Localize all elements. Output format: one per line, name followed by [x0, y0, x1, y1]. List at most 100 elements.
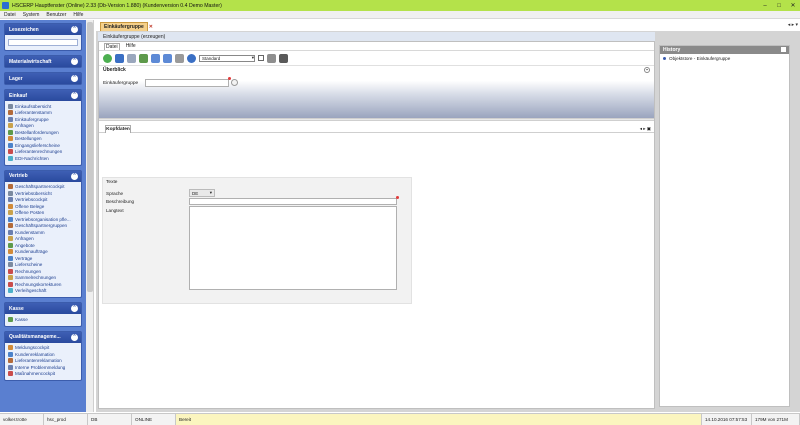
- beschreibung-input[interactable]: [189, 198, 397, 205]
- sidebar-scrollbar[interactable]: [86, 20, 94, 412]
- module-icon: [8, 184, 13, 190]
- sidebar-panel-body: Meldungscockpit Kundenreklamation Lieferan…: [5, 343, 81, 381]
- layout-select[interactable]: Standard ▾: [199, 54, 255, 62]
- undo-icon[interactable]: [151, 53, 160, 63]
- document-header: Einkäufergruppe (erzeugen): [98, 32, 655, 41]
- chevron-up-icon[interactable]: ⌃: [71, 26, 78, 33]
- close-tab-icon[interactable]: ✕: [149, 24, 153, 30]
- sidebar-panel-header[interactable]: Lager ⌃: [5, 73, 81, 84]
- search-icon[interactable]: [231, 79, 238, 86]
- bullet-icon: [663, 56, 666, 60]
- menu-datei[interactable]: Datei: [4, 12, 16, 18]
- menu-hilfe[interactable]: Hilfe: [73, 12, 83, 18]
- sidebar-item-label: Eingangslieferscheine: [15, 142, 60, 148]
- status-memory: 179M von 271M: [752, 414, 800, 425]
- sidebar-panel-header[interactable]: Qualitätsmanageme... ⌃: [5, 331, 81, 343]
- module-icon: [8, 249, 13, 255]
- module-icon: [8, 203, 13, 209]
- module-icon: [8, 288, 13, 294]
- sidebar-panel-header[interactable]: Kasse ⌃: [5, 303, 81, 314]
- sidebar-item[interactable]: Maßnahmencockpit: [8, 371, 78, 378]
- sidebar-panel-header[interactable]: Lesezeichen ⌃: [5, 24, 81, 35]
- sidebar-panel-title: Qualitätsmanageme...: [9, 334, 61, 340]
- maximize-button[interactable]: □: [772, 3, 786, 9]
- module-icon: [8, 110, 13, 116]
- sidebar-panel-title: Kasse: [9, 305, 24, 312]
- sidebar-item-label: Vertriebsorganisation pfle...: [15, 216, 71, 222]
- chevron-down-icon: ▾: [251, 55, 254, 60]
- split-divider[interactable]: [99, 118, 654, 121]
- workarea: Einkäufergruppe (erzeugen) Datei Hilfe S…: [96, 31, 800, 412]
- sidebar-panel-header[interactable]: Einkauf ⌃: [5, 90, 81, 101]
- sidebar-panel: Materialwirtschaft ⌃: [4, 55, 82, 68]
- window-titlebar: HSCERP Hauptfenster (Online) 2.33 (Db-Ve…: [0, 0, 800, 11]
- langtext-textarea[interactable]: [189, 206, 397, 290]
- document-menu: Datei Hilfe: [99, 42, 654, 51]
- sidebar-item-label: Einkaufsübersicht: [15, 103, 52, 109]
- detail-tabs: Kopfdaten ◂ ▸ ▣: [99, 125, 654, 133]
- redo-icon[interactable]: [163, 53, 172, 63]
- sidebar-panel-header[interactable]: Vertrieb ⌃: [5, 170, 81, 182]
- chevron-up-icon[interactable]: ⌃: [71, 333, 78, 341]
- sidebar-item-label: Bestellungen: [15, 136, 42, 142]
- tab-navigation-arrows[interactable]: ◂ ▸ ▾: [788, 22, 798, 28]
- layout-select-value: Standard: [202, 55, 221, 61]
- chevron-up-icon[interactable]: ⌃: [71, 75, 78, 82]
- refresh-icon[interactable]: [139, 53, 148, 63]
- module-icon: [8, 229, 13, 235]
- new-icon[interactable]: [103, 53, 112, 63]
- chevron-up-icon[interactable]: ⌃: [71, 92, 78, 99]
- history-item[interactable]: Objektstore - Einkäufergruppe: [660, 54, 789, 62]
- settings-icon[interactable]: [279, 53, 288, 63]
- collapse-icon[interactable]: ⌃: [644, 67, 650, 73]
- menu-system[interactable]: System: [23, 12, 40, 18]
- print-icon[interactable]: [267, 53, 276, 63]
- module-icon: [8, 255, 13, 261]
- copy-icon[interactable]: [127, 53, 136, 63]
- sidebar-panel-header[interactable]: Materialwirtschaft ⌃: [5, 56, 81, 67]
- chevron-up-icon[interactable]: ⌃: [71, 172, 78, 180]
- module-icon: [8, 223, 13, 229]
- sidebar-item[interactable]: EDI-Nachrichten: [8, 155, 78, 162]
- bookmark-search-input[interactable]: [8, 39, 78, 46]
- chevron-up-icon[interactable]: ⌃: [71, 58, 78, 65]
- menu-benutzer[interactable]: Benutzer: [46, 12, 66, 18]
- sidebar-item[interactable]: Kasse: [8, 316, 78, 323]
- history-item-label: Objektstore - Einkäufergruppe: [669, 55, 731, 61]
- chevron-up-icon[interactable]: ⌃: [71, 305, 78, 312]
- close-icon[interactable]: [781, 47, 786, 52]
- subtab-controls[interactable]: ◂ ▸ ▣: [640, 126, 651, 132]
- window-title: HSCERP Hauptfenster (Online) 2.33 (Db-Ve…: [12, 2, 222, 9]
- einkaeufergruppe-input[interactable]: [145, 79, 229, 87]
- sidebar-panel: Kasse ⌃ Kasse: [4, 302, 82, 327]
- tab-einkaeufergruppe[interactable]: Einkäufergruppe ✕: [100, 22, 153, 31]
- overview-section-title: Überblick ⌃: [99, 66, 654, 74]
- module-icon: [8, 281, 13, 287]
- sidebar-item[interactable]: Vertriebsorganisation pfle...: [8, 216, 78, 223]
- sidebar-item[interactable]: Verleihgeschäft: [8, 288, 78, 295]
- delete-icon[interactable]: [175, 53, 184, 63]
- sprache-label: Sprache: [106, 191, 124, 196]
- save-icon[interactable]: [115, 53, 124, 63]
- module-icon: [8, 116, 13, 122]
- sidebar-panel-body: [5, 35, 81, 50]
- sprache-select[interactable]: DE ▾: [189, 189, 215, 197]
- sidebar-item-label: Kasse: [15, 316, 28, 322]
- sidebar-item-label: Angebote: [15, 242, 35, 248]
- layout-checkbox[interactable]: [258, 55, 264, 61]
- sidebar-panel-title: Vertrieb: [9, 173, 28, 179]
- sidebar-scroll-thumb[interactable]: [87, 22, 93, 292]
- module-icon: [8, 236, 13, 242]
- doc-menu-datei[interactable]: Datei: [104, 42, 120, 50]
- close-window-button[interactable]: ✕: [786, 2, 800, 9]
- tab-kopfdaten[interactable]: Kopfdaten: [105, 125, 131, 133]
- doc-menu-hilfe[interactable]: Hilfe: [125, 43, 137, 49]
- tab-label: Einkäufergruppe: [104, 24, 144, 30]
- sidebar-item-label: Meldungscockpit: [15, 345, 50, 351]
- info-icon[interactable]: [187, 53, 196, 63]
- sidebar-item-label: Geschäftspartnercockpit: [15, 184, 65, 190]
- status-db: hsc_prod: [44, 414, 88, 425]
- module-icon: [8, 149, 13, 155]
- minimize-button[interactable]: –: [758, 3, 772, 9]
- module-icon: [8, 345, 13, 351]
